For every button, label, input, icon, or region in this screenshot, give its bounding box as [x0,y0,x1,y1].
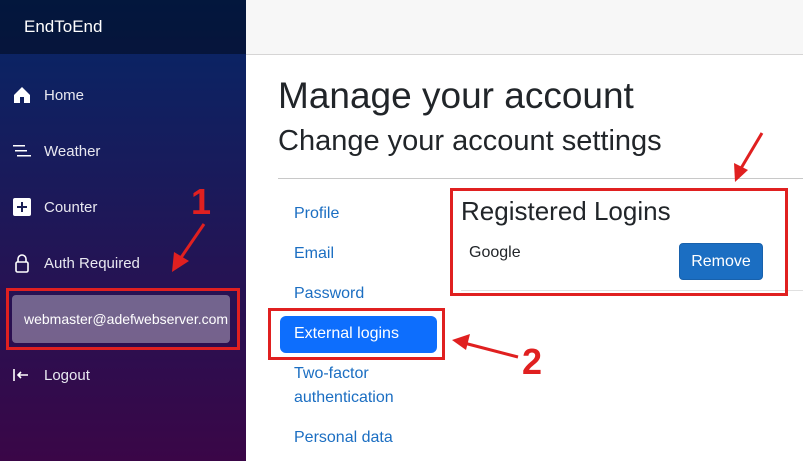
brand-bar: EndToEnd [0,0,246,54]
home-icon [14,87,30,103]
annotation-box-1 [6,288,240,350]
nav-label-weather: Weather [44,143,101,160]
nav-label-auth-required: Auth Required [44,255,140,272]
page-title: Manage your account [278,75,634,116]
annotation-number-2: 2 [522,341,543,382]
nav-item-weather[interactable]: Weather [0,131,246,171]
account-nav-profile[interactable]: Profile [294,202,339,226]
sidebar: EndToEnd Home Weather Counter Auth Requi… [0,0,246,461]
annotation-number-1: 1 [191,181,212,222]
nav-item-auth-required[interactable]: Auth Required [0,243,246,283]
annotation-box-3 [450,188,788,296]
top-bar [246,0,803,55]
nav-label-logout: Logout [44,367,90,384]
page-subtitle: Change your account settings [278,125,662,157]
account-nav-password[interactable]: Password [294,282,364,306]
lock-icon [15,254,29,273]
nav-item-logout[interactable]: Logout [0,355,246,395]
nav-item-home[interactable]: Home [0,75,246,115]
logout-icon [13,369,28,381]
nav-label-home: Home [44,87,85,104]
account-nav-two-factor[interactable]: Two-factor authentication [294,362,414,410]
divider [278,178,803,179]
brand-title[interactable]: EndToEnd [24,17,102,37]
plus-icon [13,198,31,216]
annotation-box-2 [268,308,445,360]
nav-label-counter: Counter [44,199,98,216]
account-nav-email[interactable]: Email [294,242,334,266]
list-icon [13,145,31,157]
account-nav-personal-data[interactable]: Personal data [294,426,393,450]
